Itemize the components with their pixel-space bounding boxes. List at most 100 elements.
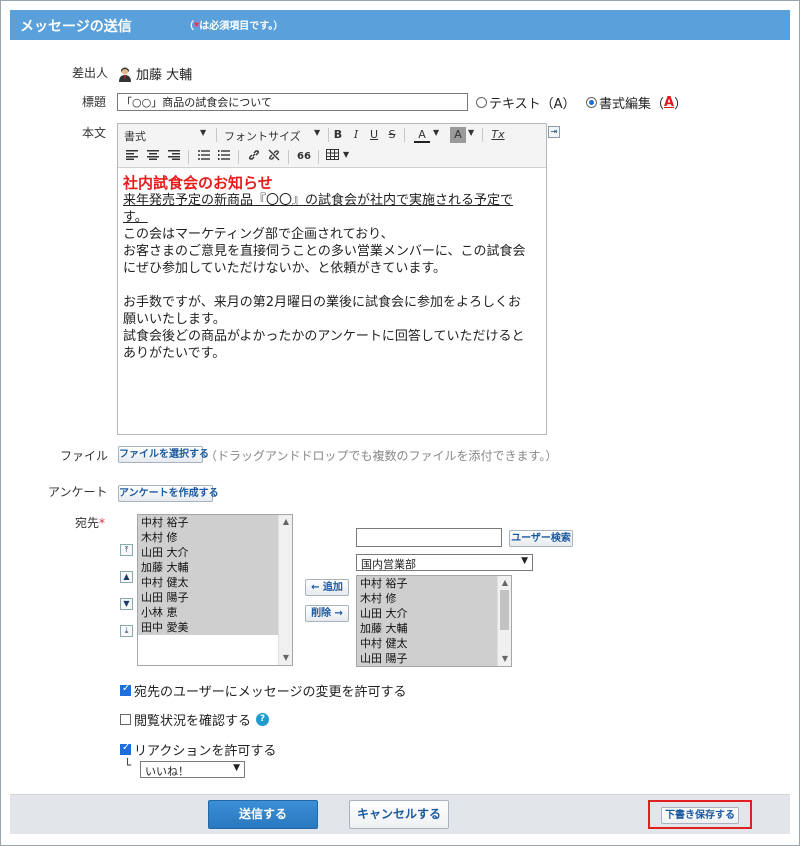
- toolbar-divider: [404, 128, 405, 142]
- style-caret-icon[interactable]: ▼: [200, 128, 206, 137]
- reaction-type-select[interactable]: いいね！ ▼: [140, 761, 245, 778]
- list-item[interactable]: 山田 陽子: [357, 651, 511, 666]
- move-up-icon[interactable]: ▲: [120, 571, 133, 583]
- strike-button[interactable]: S: [384, 127, 400, 143]
- radio-rich-dot[interactable]: [586, 97, 597, 108]
- text-color-caret-icon[interactable]: ▼: [433, 128, 439, 137]
- align-left-icon[interactable]: [124, 149, 140, 165]
- table-icon[interactable]: [324, 149, 340, 165]
- italic-button[interactable]: I: [348, 127, 364, 143]
- content-line: お客さまのご意見を直接伺うことの多い営業メンバーに、この試食会にぜひ参加していた…: [123, 244, 526, 276]
- chevron-down-icon: ▼: [521, 556, 528, 566]
- text-color-button[interactable]: A: [414, 127, 430, 143]
- table-caret-icon[interactable]: ▼: [343, 150, 349, 159]
- scroll-thumb[interactable]: [500, 590, 509, 630]
- bg-color-button[interactable]: A: [450, 127, 466, 143]
- recipients-label: 宛先*: [75, 516, 106, 530]
- move-down-icon[interactable]: ▼: [120, 598, 133, 610]
- list-item[interactable]: 加藤 大輔: [138, 560, 292, 575]
- content-heading: 社内試食会のお知らせ: [123, 174, 273, 192]
- list-item[interactable]: 加藤 大輔: [357, 621, 511, 636]
- selected-recipients-list[interactable]: 中村 裕子 木村 修 山田 大介 加藤 大輔 中村 健太 山田 陽子 小林 恵 …: [137, 514, 293, 666]
- send-button[interactable]: 送信する: [208, 800, 318, 829]
- checkbox-box[interactable]: [120, 742, 131, 755]
- bg-color-caret-icon[interactable]: ▼: [468, 128, 474, 137]
- move-top-icon[interactable]: ⤒: [120, 544, 133, 556]
- list-item[interactable]: 山田 陽子: [138, 590, 292, 605]
- candidate-users-list[interactable]: 中村 裕子 木村 修 山田 大介 加藤 大輔 中村 健太 山田 陽子 ▲ ▼: [356, 575, 512, 667]
- font-size-select[interactable]: フォントサイズ: [224, 128, 301, 144]
- body-label: 本文: [82, 126, 107, 140]
- list-item[interactable]: 木村 修: [357, 591, 511, 606]
- font-size-caret-icon[interactable]: ▼: [314, 128, 320, 137]
- list-item[interactable]: 中村 健太: [357, 636, 511, 651]
- checkbox-box[interactable]: [120, 683, 131, 696]
- list-item[interactable]: 田中 愛美: [138, 620, 292, 635]
- scroll-up-icon[interactable]: ▲: [279, 516, 292, 528]
- list-item[interactable]: 山田 大介: [138, 545, 292, 560]
- toolbar-divider: [238, 150, 239, 164]
- user-search-button[interactable]: ユーザー検索: [509, 530, 573, 547]
- tree-branch-icon: └: [124, 758, 132, 772]
- link-icon[interactable]: [246, 149, 262, 165]
- add-recipient-button[interactable]: ← 追加: [305, 579, 349, 596]
- create-survey-button[interactable]: アンケートを作成する: [118, 485, 219, 502]
- quote-button[interactable]: 66: [296, 149, 312, 165]
- list-item[interactable]: 中村 裕子: [138, 515, 292, 530]
- clear-format-button[interactable]: Tx: [490, 127, 506, 143]
- style-select[interactable]: 書式: [124, 128, 146, 144]
- underline-button[interactable]: U: [366, 127, 382, 143]
- list-item[interactable]: 小林 恵: [138, 605, 292, 620]
- align-center-icon[interactable]: [145, 149, 161, 165]
- format-rich-radio[interactable]: 書式編集（ A）: [586, 93, 687, 112]
- toolbar-divider: [328, 128, 329, 142]
- align-right-icon[interactable]: [166, 149, 182, 165]
- required-note: （*は必須項目です。）: [184, 21, 284, 32]
- rich-text-editor[interactable]: 書式 ▼ フォントサイズ ▼ B I U S A ▼ A ▼ Tx 66 ▼ 社…: [117, 123, 547, 435]
- select-file-button[interactable]: ファイルを選択する: [118, 446, 209, 463]
- file-label: ファイル: [60, 449, 109, 463]
- move-bottom-icon[interactable]: ⤓: [120, 625, 133, 637]
- help-icon[interactable]: ?: [256, 713, 270, 726]
- sender-label: 差出人: [72, 66, 109, 80]
- content-line: この会はマーケティング部で企画されており、: [123, 227, 394, 242]
- user-search-input[interactable]: [356, 528, 502, 547]
- bullet-list-icon[interactable]: [196, 149, 212, 165]
- subject-input[interactable]: [117, 93, 468, 111]
- scroll-up-icon[interactable]: ▲: [498, 577, 511, 589]
- read-status-checkbox[interactable]: 閲覧状況を確認する?: [120, 710, 270, 729]
- format-text-radio[interactable]: テキスト（A）: [476, 93, 576, 112]
- toolbar-divider: [216, 128, 217, 142]
- list-item[interactable]: 山田 大介: [357, 606, 511, 621]
- scrollbar[interactable]: ▲ ▼: [497, 576, 511, 666]
- file-hint: （ドラッグアンドドロップでも複数のファイルを添付できます。）: [205, 449, 558, 463]
- sender-name: 加藤 大輔: [136, 68, 193, 83]
- remove-recipient-button[interactable]: 削除 →: [305, 605, 349, 622]
- save-draft-button[interactable]: 下書き保存する: [661, 807, 739, 824]
- allow-edit-checkbox[interactable]: 宛先のユーザーにメッセージの変更を許可する: [120, 681, 406, 700]
- list-item[interactable]: 中村 健太: [138, 575, 292, 590]
- scroll-down-icon[interactable]: ▼: [279, 652, 292, 664]
- toolbar-divider: [188, 150, 189, 164]
- checkbox-box[interactable]: [120, 714, 131, 725]
- toolbar-divider: [288, 150, 289, 164]
- expand-editor-icon[interactable]: ⇥: [548, 126, 560, 138]
- bold-button[interactable]: B: [330, 127, 346, 143]
- draft-highlight: 下書き保存する: [648, 800, 752, 829]
- group-select[interactable]: 国内営業部 ▼: [356, 554, 533, 571]
- content-line: お手数ですが、来月の第2月曜日の業後に試食会に参加をよろしくお願いいたします。: [123, 295, 522, 327]
- unlink-icon[interactable]: [266, 149, 282, 165]
- allow-reaction-checkbox[interactable]: リアクションを許可する: [120, 740, 276, 759]
- numbered-list-icon[interactable]: [216, 149, 232, 165]
- radio-text-dot[interactable]: [476, 97, 487, 108]
- scrollbar[interactable]: ▲ ▼: [278, 515, 292, 665]
- chevron-down-icon: ▼: [233, 763, 240, 773]
- cancel-button[interactable]: キャンセルする: [349, 800, 449, 829]
- list-item[interactable]: 木村 修: [138, 530, 292, 545]
- page-header: メッセージの送信 （*は必須項目です。）: [10, 10, 790, 40]
- list-item[interactable]: 中村 裕子: [357, 576, 511, 591]
- editor-content[interactable]: 社内試食会のお知らせ 来年発売予定の新商品『〇〇』の試食会が社内で実施される予定…: [123, 174, 533, 362]
- scroll-down-icon[interactable]: ▼: [498, 653, 511, 665]
- editor-toolbar: 書式 ▼ フォントサイズ ▼ B I U S A ▼ A ▼ Tx 66 ▼: [118, 124, 546, 168]
- page-title: メッセージの送信: [20, 19, 132, 35]
